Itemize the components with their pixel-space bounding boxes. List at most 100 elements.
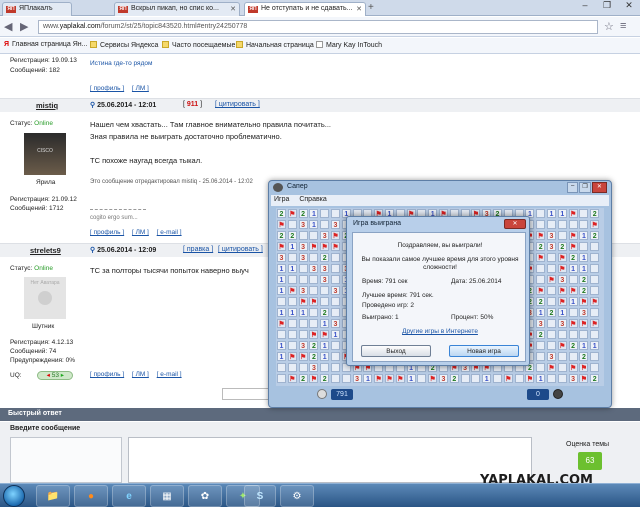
mine-cell[interactable]: ⚑ bbox=[395, 374, 405, 383]
mine-cell[interactable] bbox=[547, 286, 556, 295]
profile-link[interactable]: [ профиль ] bbox=[90, 85, 124, 92]
mine-cell[interactable]: 3 bbox=[547, 231, 556, 240]
start-button[interactable] bbox=[3, 485, 25, 507]
mine-cell[interactable] bbox=[557, 352, 567, 361]
mine-cell[interactable]: 3 bbox=[579, 308, 589, 317]
mine-cell[interactable]: 2 bbox=[557, 242, 567, 251]
mine-cell[interactable]: 3 bbox=[331, 220, 340, 229]
mine-cell[interactable]: 3 bbox=[439, 374, 448, 383]
mine-cell[interactable]: 1 bbox=[298, 308, 308, 317]
mine-cell[interactable] bbox=[287, 220, 297, 229]
mine-cell[interactable]: 1 bbox=[363, 374, 373, 383]
mine-cell[interactable] bbox=[298, 275, 308, 284]
mine-cell[interactable]: ⚑ bbox=[428, 374, 438, 383]
mine-cell[interactable]: 2 bbox=[277, 231, 286, 240]
mine-cell[interactable]: 1 bbox=[287, 308, 297, 317]
mine-cell[interactable]: 2 bbox=[320, 374, 330, 383]
mine-cell[interactable] bbox=[320, 220, 330, 229]
bookmark-yandex-home[interactable]: Я Главная страница Ян... bbox=[4, 41, 88, 48]
mine-cell[interactable] bbox=[579, 209, 589, 218]
rating-value[interactable]: 63 bbox=[578, 452, 602, 470]
mine-cell[interactable] bbox=[331, 308, 340, 317]
mine-cell[interactable]: ⚑ bbox=[277, 220, 286, 229]
mine-cell[interactable]: 3 bbox=[557, 319, 567, 328]
mine-cell[interactable]: ⚑ bbox=[309, 297, 319, 306]
edit-link[interactable]: [ правка ] bbox=[183, 246, 213, 253]
mine-cell[interactable]: 3 bbox=[331, 286, 340, 295]
mine-cell[interactable] bbox=[331, 341, 340, 350]
mine-cell[interactable] bbox=[287, 253, 297, 262]
pm-link[interactable]: [ ЛМ ] bbox=[132, 85, 149, 92]
mine-cell[interactable]: ⚑ bbox=[557, 297, 567, 306]
mine-cell[interactable]: ⚑ bbox=[374, 374, 384, 383]
mine-cell[interactable]: ⚑ bbox=[277, 319, 286, 328]
mine-cell[interactable] bbox=[536, 264, 546, 273]
post-author[interactable]: mistiq bbox=[36, 101, 58, 110]
mine-cell[interactable]: 3 bbox=[568, 374, 578, 383]
mine-cell[interactable]: ⚑ bbox=[579, 374, 589, 383]
mine-cell[interactable]: 1 bbox=[579, 253, 589, 262]
mine-cell[interactable]: ⚑ bbox=[331, 242, 340, 251]
maximize-icon[interactable]: ❐ bbox=[579, 182, 591, 193]
mine-cell[interactable]: 2 bbox=[449, 374, 459, 383]
mine-cell[interactable]: 1 bbox=[579, 264, 589, 273]
mine-cell[interactable]: 1 bbox=[277, 308, 286, 317]
mine-cell[interactable] bbox=[309, 231, 319, 240]
mine-cell[interactable]: 2 bbox=[568, 253, 578, 262]
mine-cell[interactable] bbox=[287, 275, 297, 284]
mine-cell[interactable]: 1 bbox=[277, 264, 286, 273]
mine-cell[interactable] bbox=[331, 297, 340, 306]
minesweeper-taskbar-icon[interactable]: ⚙ bbox=[280, 485, 314, 507]
mine-cell[interactable]: 1 bbox=[579, 231, 589, 240]
mine-cell[interactable]: 2 bbox=[579, 275, 589, 284]
mine-cell[interactable]: ⚑ bbox=[568, 319, 578, 328]
maximize-icon[interactable]: ❐ bbox=[596, 0, 618, 14]
mine-cell[interactable]: 1 bbox=[536, 308, 546, 317]
mine-cell[interactable] bbox=[287, 319, 297, 328]
tab-yaplakal[interactable]: ЯП ЯПлакалъ bbox=[2, 2, 72, 16]
mine-cell[interactable] bbox=[493, 374, 502, 383]
mine-cell[interactable]: 1 bbox=[406, 374, 416, 383]
forward-icon[interactable]: ▶ bbox=[20, 20, 28, 33]
mine-cell[interactable] bbox=[320, 363, 330, 372]
mine-cell[interactable]: 3 bbox=[352, 374, 362, 383]
mine-cell[interactable] bbox=[547, 319, 556, 328]
mine-cell[interactable] bbox=[590, 275, 600, 284]
mine-cell[interactable]: 2 bbox=[298, 374, 308, 383]
mine-cell[interactable] bbox=[590, 363, 600, 372]
mine-cell[interactable]: 3 bbox=[547, 242, 556, 251]
mine-cell[interactable]: ⚑ bbox=[287, 286, 297, 295]
mine-cell[interactable]: ⚑ bbox=[590, 319, 600, 328]
menu-help[interactable]: Справка bbox=[299, 196, 326, 203]
mine-cell[interactable]: 2 bbox=[579, 286, 589, 295]
mine-cell[interactable] bbox=[298, 231, 308, 240]
ie-icon[interactable]: e bbox=[112, 485, 146, 507]
mine-cell[interactable] bbox=[298, 264, 308, 273]
mine-cell[interactable]: 1 bbox=[557, 308, 567, 317]
minimize-icon[interactable]: – bbox=[567, 182, 579, 193]
mine-cell[interactable] bbox=[557, 330, 567, 339]
mine-cell[interactable]: ⚑ bbox=[277, 242, 286, 251]
mine-cell[interactable] bbox=[590, 308, 600, 317]
mine-cell[interactable]: 3 bbox=[547, 352, 556, 361]
mine-cell[interactable] bbox=[557, 374, 567, 383]
mine-cell[interactable]: ⚑ bbox=[557, 286, 567, 295]
mine-cell[interactable] bbox=[331, 253, 340, 262]
mine-cell[interactable] bbox=[590, 242, 600, 251]
mine-cell[interactable] bbox=[331, 352, 340, 361]
mine-cell[interactable] bbox=[298, 319, 308, 328]
mine-cell[interactable] bbox=[320, 209, 330, 218]
mine-cell[interactable]: ⚑ bbox=[287, 374, 297, 383]
mine-cell[interactable] bbox=[579, 242, 589, 251]
mine-cell[interactable]: 3 bbox=[309, 264, 319, 273]
mine-cell[interactable]: ⚑ bbox=[568, 242, 578, 251]
mine-cell[interactable] bbox=[331, 374, 340, 383]
mine-cell[interactable] bbox=[320, 286, 330, 295]
bookmark-start-page[interactable]: Начальная страница bbox=[236, 41, 314, 49]
more-games-link[interactable]: Другие игры в Интернете bbox=[353, 328, 527, 335]
mine-cell[interactable]: ⚑ bbox=[568, 363, 578, 372]
mine-cell[interactable] bbox=[309, 308, 319, 317]
mine-cell[interactable] bbox=[536, 209, 546, 218]
mine-cell[interactable]: 2 bbox=[590, 374, 600, 383]
mine-cell[interactable] bbox=[309, 319, 319, 328]
